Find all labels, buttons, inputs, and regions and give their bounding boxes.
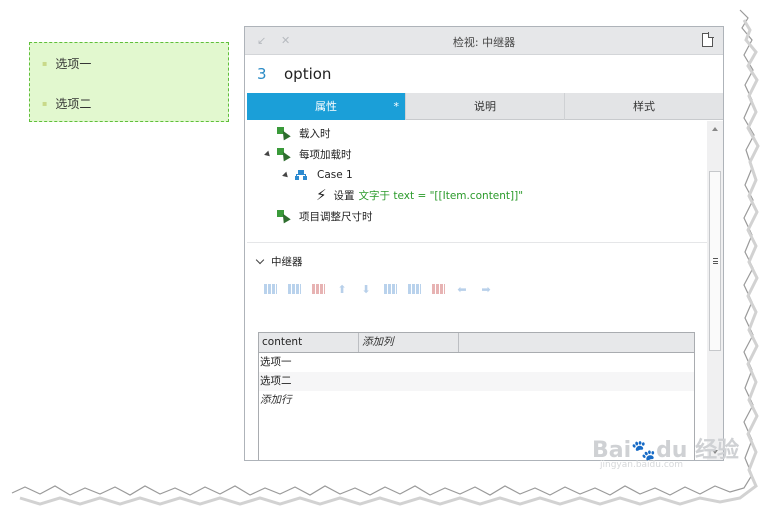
event-on-load[interactable]: 载入时: [277, 124, 331, 142]
grip-icon: [713, 258, 718, 264]
bullet-icon: ▪: [42, 58, 48, 68]
page-icon[interactable]: [702, 32, 714, 47]
action-detail: 文字于 text = "[[Item.content]]": [358, 189, 524, 202]
tab-label: 属性: [315, 100, 337, 113]
component-name-row[interactable]: 3 option: [245, 56, 723, 92]
delete-column-icon[interactable]: [429, 282, 447, 296]
watermark-url: jingyan.baidu.com: [600, 460, 684, 470]
insert-row-above-icon[interactable]: [261, 282, 279, 296]
tab-label: 样式: [633, 100, 655, 113]
insert-column-right-icon[interactable]: [405, 282, 423, 296]
case-row[interactable]: Case 1: [282, 166, 353, 184]
table-header: content 添加列: [259, 333, 694, 353]
event-label: 每项加载时: [299, 148, 352, 161]
event-icon: [277, 148, 291, 162]
event-label: 项目调整尺寸时: [299, 210, 373, 223]
panel-titlebar: ↙ ✕ 检视: 中继器: [245, 27, 723, 55]
preview-item[interactable]: ▪ 选项二: [42, 93, 91, 113]
panel-tabs: 属性 * 说明 样式: [247, 93, 723, 120]
action-row[interactable]: ⚡ 设置 文字于 text = "[[Item.content]]": [316, 186, 523, 204]
modified-marker: *: [393, 100, 400, 113]
column-header-empty: [459, 333, 694, 352]
vertical-scrollbar[interactable]: [707, 121, 723, 460]
expand-triangle-icon[interactable]: [282, 171, 290, 179]
event-icon: [277, 210, 291, 224]
tab-style[interactable]: 样式: [565, 93, 723, 120]
move-down-icon[interactable]: ⬇: [357, 282, 375, 296]
column-header-content[interactable]: content: [259, 333, 359, 352]
repeater-preview[interactable]: ▪ 选项一 ▪ 选项二: [29, 42, 229, 122]
insert-row-below-icon[interactable]: [285, 282, 303, 296]
section-title: 中继器: [271, 255, 303, 268]
chevron-down-icon[interactable]: [255, 255, 265, 264]
move-left-icon[interactable]: ⬅: [453, 282, 471, 296]
delete-row-icon[interactable]: [309, 282, 327, 296]
case-icon: [295, 170, 307, 180]
bullet-icon: ▪: [42, 98, 48, 108]
tab-properties[interactable]: 属性 *: [247, 93, 406, 120]
baidu-watermark: Bai🐾du 经验 jingyan.baidu.com: [592, 432, 740, 470]
properties-content: 载入时 每项加载时 Case 1 ⚡ 设置 文字于 text = "[[Item…: [247, 121, 707, 460]
paw-icon: 🐾: [631, 438, 657, 462]
move-up-icon[interactable]: ⬆: [333, 282, 351, 296]
table-row[interactable]: 选项二: [259, 372, 694, 391]
panel-title: 检视: 中继器: [452, 36, 516, 49]
add-column-button[interactable]: 添加列: [359, 333, 459, 352]
repeater-section-header[interactable]: 中继器: [255, 253, 303, 269]
inspector-panel: ↙ ✕ 检视: 中继器 3 option 属性 * 说明 样式 载入时 每项加载…: [244, 26, 724, 461]
preview-item[interactable]: ▪ 选项一: [42, 53, 91, 73]
component-number: 3: [257, 65, 267, 83]
repeater-toolbar: ⬆ ⬇ ⬅ ➡: [261, 281, 501, 297]
component-name-field[interactable]: option: [284, 65, 331, 83]
scroll-thumb[interactable]: [709, 171, 721, 351]
preview-item-label: 选项二: [55, 96, 92, 111]
watermark-product: 经验: [695, 438, 740, 463]
preview-item-label: 选项一: [55, 56, 92, 71]
event-on-item-load[interactable]: 每项加载时: [264, 145, 352, 163]
tab-notes[interactable]: 说明: [406, 93, 565, 120]
scroll-up-icon[interactable]: [712, 127, 718, 131]
event-icon: [277, 127, 291, 141]
expand-triangle-icon[interactable]: [264, 150, 272, 158]
lightning-icon: ⚡: [316, 185, 327, 204]
add-row-button[interactable]: 添加行: [259, 391, 694, 410]
table-row[interactable]: 选项一: [259, 353, 694, 372]
event-on-item-resize[interactable]: 项目调整尺寸时: [277, 207, 373, 225]
event-label: 载入时: [299, 127, 331, 140]
tab-label: 说明: [474, 100, 496, 113]
case-label: Case 1: [317, 169, 353, 181]
action-verb: 设置: [333, 189, 355, 202]
section-divider: [247, 242, 707, 243]
insert-column-left-icon[interactable]: [381, 282, 399, 296]
move-right-icon[interactable]: ➡: [477, 282, 495, 296]
